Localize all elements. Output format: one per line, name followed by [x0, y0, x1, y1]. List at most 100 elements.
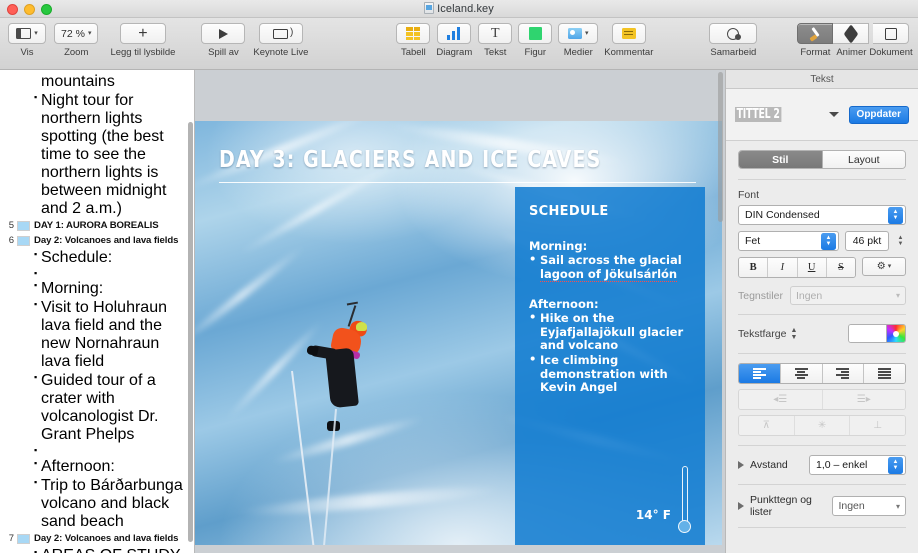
character-styles-select[interactable]: Ingen ▾ [789, 286, 906, 305]
outline-bullet[interactable]: ▪ Schedule: [0, 248, 194, 267]
view-panel-icon [16, 28, 32, 39]
canvas-scrollbar[interactable] [718, 72, 723, 222]
horizontal-alignment-group[interactable] [738, 363, 906, 384]
outline-bullet[interactable]: ▪ [0, 445, 194, 458]
insert-comment-button[interactable]: Kommentar [604, 18, 653, 58]
color-wheel-icon[interactable] [886, 325, 905, 342]
paragraph-style-preview[interactable]: TITTEL 2 [735, 107, 823, 122]
outline-bullet[interactable]: ▪ Night tour for northern lights spottin… [0, 91, 194, 218]
chevron-down-icon[interactable] [828, 112, 839, 117]
bullets-select[interactable]: Ingen ▾ [832, 496, 906, 516]
tab-stil[interactable]: Stil [739, 151, 822, 168]
climber-boot-left [306, 344, 319, 357]
slide-content[interactable]: DAY 3: GLACIERS AND ICE CAVES SCHEDULE M… [195, 121, 722, 545]
chevron-down-icon: ▾ [34, 30, 38, 37]
bullet-dot-icon: ▪ [34, 476, 38, 487]
outline-slide-row[interactable]: 6 Day 2: Volcanoes and lava fields [0, 233, 194, 248]
bullet-dot-icon: ▪ [34, 91, 38, 102]
align-justify-button[interactable] [863, 364, 905, 383]
font-family-select[interactable]: DIN Condensed ▲ ▼ [738, 205, 906, 225]
outline-indent-spacer [0, 445, 34, 457]
add-slide-button[interactable]: + Legg til lysbilde [110, 18, 175, 58]
slide-thumbnail-icon[interactable] [17, 235, 30, 246]
schedule-list-item: Sail across the glacial lagoon of Jökuls… [529, 253, 691, 282]
update-style-button[interactable]: Oppdater [848, 105, 909, 124]
underline-button[interactable]: U [796, 258, 826, 277]
align-bottom-icon[interactable]: ⊥ [849, 416, 905, 435]
collaborate-button[interactable]: Samarbeid [709, 18, 758, 58]
italic-button[interactable]: I [767, 258, 797, 277]
play-label: Spill av [208, 47, 239, 58]
insert-shape-button[interactable]: Figur [518, 18, 553, 58]
slide-canvas[interactable]: DAY 3: GLACIERS AND ICE CAVES SCHEDULE M… [195, 70, 725, 553]
disclosure-triangle-icon[interactable] [738, 461, 744, 469]
outline-bullet[interactable]: ▪ AREAS OF STUDY on Day 2: [0, 546, 194, 553]
outline-bullet[interactable]: ▪ Guided tour of a crater with volcanolo… [0, 372, 194, 445]
climber-helmet [356, 322, 367, 331]
slide-thumbnail-icon[interactable] [17, 220, 30, 231]
tab-layout[interactable]: Layout [821, 151, 905, 168]
play-button[interactable]: Spill av [201, 18, 246, 58]
bold-button[interactable]: B [739, 258, 768, 277]
font-format-buttons[interactable]: B I U S [738, 257, 856, 278]
schedule-textbox[interactable]: SCHEDULE Morning: Sail across the glacia… [515, 187, 705, 545]
align-left-button[interactable] [739, 364, 780, 383]
outline-navigator[interactable]: mountains ▪ Night tour for northern ligh… [0, 70, 195, 553]
align-middle-icon[interactable]: ✳ [793, 416, 850, 435]
inspector-tabs[interactable]: Stil Layout [738, 150, 906, 169]
outline-slide-row[interactable]: 7 Day 2: Volcanoes and lava fields [0, 531, 194, 546]
outline-text: Morning: [41, 280, 104, 298]
text-color-stepper-icon[interactable]: ▲ ▼ [790, 327, 797, 341]
spacing-select[interactable]: 1,0 – enkel ▲ ▼ [809, 455, 906, 475]
indent-group[interactable]: ◂☰ ☰▸ [738, 389, 906, 410]
font-options-button[interactable]: ⚙ ▾ [862, 257, 906, 276]
disclosure-triangle-icon[interactable] [738, 502, 744, 510]
insert-table-button[interactable]: Tabell [396, 18, 431, 58]
keynote-live-button[interactable]: Keynote Live [253, 18, 308, 58]
outline-slide-row[interactable]: 5 DAY 1: AURORA BOREALIS [0, 218, 194, 233]
slide-thumbnail-icon[interactable] [17, 533, 30, 544]
font-size-stepper[interactable]: ▲ ▼ [895, 235, 906, 248]
paragraph-style-name: TITTEL 2 [735, 107, 782, 122]
outline-bullet[interactable]: ▪ Morning: [0, 280, 194, 299]
align-right-icon [836, 368, 850, 379]
outline-continuation-line[interactable]: mountains [0, 72, 194, 91]
text-color-well[interactable] [848, 324, 906, 343]
stepper-icon[interactable]: ▲ ▼ [888, 456, 903, 474]
stepper-icon[interactable]: ▲ ▼ [821, 232, 836, 250]
stepper-icon[interactable]: ▲ ▼ [888, 206, 903, 224]
align-top-icon[interactable]: ⊼ [739, 416, 794, 435]
zoom-control[interactable]: 72 % ▾ Zoom [54, 18, 99, 58]
outline-scrollbar[interactable] [188, 122, 193, 542]
bullets-label: Punkttegn og lister [750, 494, 812, 518]
font-size-field[interactable]: 46 pkt [845, 231, 889, 251]
view-button[interactable]: ▾ Vis [8, 18, 46, 58]
slide-title-text[interactable]: DAY 3: GLACIERS AND ICE CAVES [219, 147, 601, 173]
font-weight-select[interactable]: Fet ▲ ▼ [738, 231, 839, 251]
schedule-afternoon-list: Hike on the Eyjafjallajökull glacier and… [529, 311, 691, 395]
outline-bullet[interactable]: ▪ Visit to Holuhraun lava field and the … [0, 299, 194, 372]
align-right-button[interactable] [821, 364, 864, 383]
outline-bullet[interactable]: ▪ [0, 267, 194, 280]
insert-text-button[interactable]: T Tekst [478, 18, 513, 58]
insert-chart-button[interactable]: Diagram [436, 18, 472, 58]
gear-icon: ⚙ [876, 261, 886, 272]
outline-bullet[interactable]: ▪ Afternoon: [0, 457, 194, 476]
outline-indent-spacer [0, 249, 34, 267]
indent-icon[interactable]: ☰▸ [821, 390, 905, 409]
document-inspector-button[interactable]: Dokument [869, 18, 913, 58]
thermometer-icon [678, 466, 691, 533]
text-color-swatch[interactable] [849, 325, 886, 342]
outline-bullet[interactable]: ▪ Trip to Bárðarbunga volcano and black … [0, 476, 194, 531]
vertical-alignment-group[interactable]: ⊼ ✳ ⊥ [738, 415, 906, 436]
divider [738, 353, 906, 354]
shape-icon [528, 27, 542, 40]
outdent-icon[interactable]: ◂☰ [739, 390, 822, 409]
bullet-dot-icon: ▪ [34, 267, 38, 278]
strikethrough-button[interactable]: S [825, 258, 855, 277]
format-inspector-button[interactable]: Format [797, 18, 834, 58]
insert-media-button[interactable]: ▾ Medier [558, 18, 599, 58]
inspector-header: Tekst [726, 70, 918, 89]
align-center-button[interactable] [779, 364, 822, 383]
animate-inspector-button[interactable]: Animer [833, 18, 870, 58]
